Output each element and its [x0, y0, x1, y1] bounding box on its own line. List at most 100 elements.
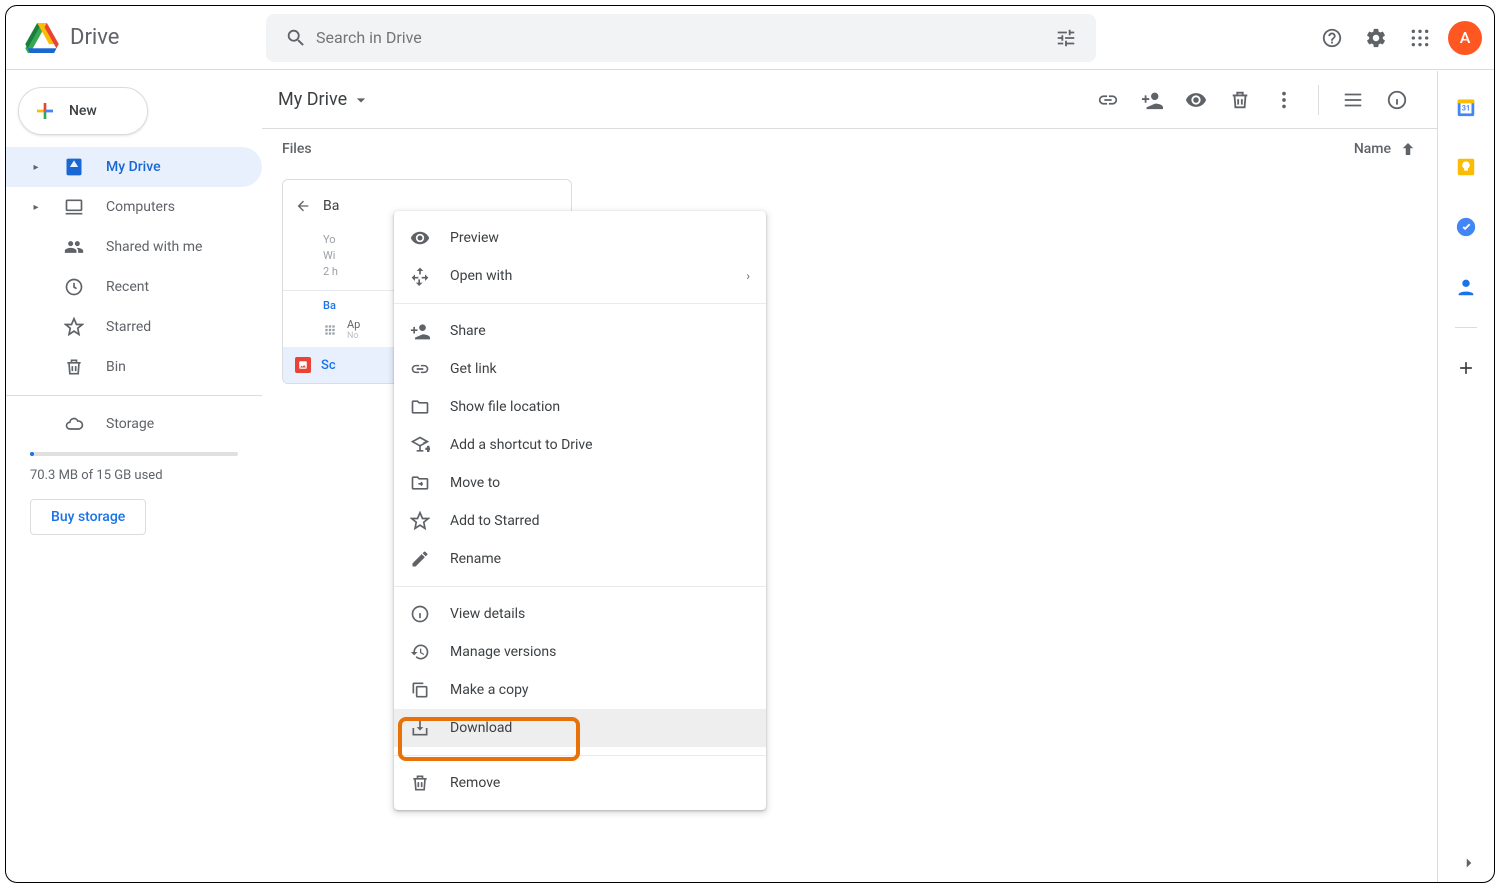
menu-item-share[interactable]: Share [394, 312, 766, 350]
menu-divider [394, 303, 766, 304]
menu-item-get-link[interactable]: Get link [394, 350, 766, 388]
contacts-app-icon[interactable] [1446, 267, 1486, 307]
arrow-up-icon [1399, 140, 1417, 158]
nav-label: Starred [106, 319, 151, 335]
shortcut-icon: + [410, 435, 430, 455]
share-icon[interactable] [1132, 80, 1172, 120]
download-icon [410, 718, 430, 738]
menu-item-open-with[interactable]: Open with› [394, 257, 766, 295]
search-icon[interactable] [276, 18, 316, 58]
search-bar[interactable] [266, 14, 1096, 62]
star-icon [62, 315, 86, 339]
expand-icon[interactable]: ▸ [30, 202, 42, 213]
image-icon [295, 357, 311, 373]
sort-control[interactable]: Name [1354, 140, 1417, 158]
breadcrumb-label: My Drive [278, 89, 347, 110]
chevron-right-icon: › [746, 269, 750, 283]
nav-label: Shared with me [106, 239, 202, 255]
link-icon [410, 359, 430, 379]
menu-item-preview[interactable]: Preview [394, 219, 766, 257]
cloud-icon [62, 412, 86, 436]
link-icon[interactable] [1088, 80, 1128, 120]
chevron-down-icon [351, 90, 371, 110]
menu-item-add-to-starred[interactable]: Add to Starred [394, 502, 766, 540]
svg-text:+: + [426, 445, 430, 455]
nav-label: Computers [106, 199, 175, 215]
collapse-panel-icon[interactable] [1460, 854, 1478, 872]
nav-label: Bin [106, 359, 126, 375]
preview-icon[interactable] [1176, 80, 1216, 120]
menu-item-add-a-shortcut-to-drive[interactable]: +Add a shortcut to Drive [394, 426, 766, 464]
rail-divider [1455, 327, 1477, 328]
app-title: Drive [70, 25, 119, 50]
tune-icon[interactable] [1046, 18, 1086, 58]
nav-divider [6, 395, 262, 396]
add-app-icon[interactable] [1446, 348, 1486, 388]
menu-item-download[interactable]: Download [394, 709, 766, 747]
settings-icon[interactable] [1356, 18, 1396, 58]
files-heading: Files [282, 141, 312, 157]
nav-label: Storage [106, 416, 154, 432]
breadcrumb[interactable]: My Drive [270, 83, 379, 116]
info-icon [410, 604, 430, 624]
search-input[interactable] [316, 28, 1046, 47]
svg-text:31: 31 [1462, 104, 1470, 113]
apps-grid-icon[interactable] [1400, 18, 1440, 58]
selected-file-name: Sc [321, 358, 336, 373]
menu-item-manage-versions[interactable]: Manage versions [394, 633, 766, 671]
header: Drive A [6, 6, 1494, 70]
my-drive-icon [62, 155, 86, 179]
apps-icon [323, 323, 337, 337]
copy-icon [410, 680, 430, 700]
eye-icon [410, 228, 430, 248]
menu-item-make-a-copy[interactable]: Make a copy [394, 671, 766, 709]
menu-item-remove[interactable]: Remove [394, 764, 766, 802]
nav-starred[interactable]: ▸ Starred [6, 307, 262, 347]
tasks-app-icon[interactable] [1446, 207, 1486, 247]
side-panel: 31 [1438, 71, 1494, 882]
arrow-left-icon [295, 198, 311, 214]
menu-divider [394, 755, 766, 756]
new-button[interactable]: New [18, 87, 148, 135]
thumb-status-bar [283, 180, 571, 190]
computers-icon [62, 195, 86, 219]
trash-icon[interactable] [1220, 80, 1260, 120]
details-icon[interactable] [1377, 80, 1417, 120]
menu-item-view-details[interactable]: View details [394, 595, 766, 633]
menu-item-move-to[interactable]: Move to [394, 464, 766, 502]
divider [1318, 85, 1319, 115]
sort-label: Name [1354, 141, 1391, 157]
keep-app-icon[interactable] [1446, 147, 1486, 187]
move-icon [410, 473, 430, 493]
nav-computers[interactable]: ▸ Computers [6, 187, 262, 227]
logo-area[interactable]: Drive [22, 18, 258, 58]
nav-my-drive[interactable]: ▸ My Drive [6, 147, 262, 187]
nav-shared[interactable]: ▸ Shared with me [6, 227, 262, 267]
calendar-app-icon[interactable]: 31 [1446, 87, 1486, 127]
expand-icon[interactable]: ▸ [30, 162, 42, 173]
open-with-icon [410, 266, 430, 286]
context-menu: PreviewOpen with› ShareGet linkShow file … [394, 211, 766, 810]
menu-item-rename[interactable]: Rename [394, 540, 766, 578]
new-label: New [69, 103, 97, 119]
support-icon[interactable] [1312, 18, 1352, 58]
buy-storage-button[interactable]: Buy storage [30, 499, 146, 535]
columns-header: Files Name [262, 129, 1437, 169]
rename-icon [410, 549, 430, 569]
thumb-title: Ba [323, 198, 339, 214]
header-actions: A [1312, 18, 1486, 58]
menu-item-show-file-location[interactable]: Show file location [394, 388, 766, 426]
nav-recent[interactable]: ▸ Recent [6, 267, 262, 307]
avatar[interactable]: A [1448, 21, 1482, 55]
drive-logo-icon [22, 18, 62, 58]
menu-divider [394, 586, 766, 587]
nav-bin[interactable]: ▸ Bin [6, 347, 262, 387]
more-icon[interactable] [1264, 80, 1304, 120]
storage-used: 70.3 MB of 15 GB used [30, 468, 238, 483]
list-view-icon[interactable] [1333, 80, 1373, 120]
nav-storage[interactable]: ▸ Storage [6, 404, 262, 444]
toolbar-actions [1088, 80, 1417, 120]
shared-icon [62, 235, 86, 259]
nav-label: My Drive [106, 159, 161, 175]
star-icon [410, 511, 430, 531]
